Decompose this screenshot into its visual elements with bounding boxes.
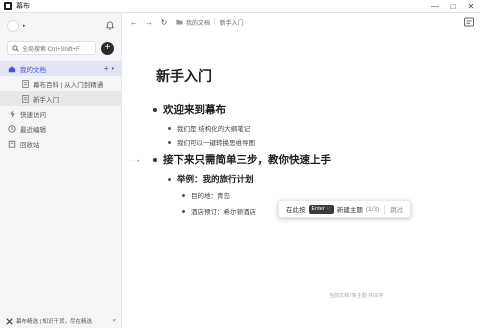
topic-subheading[interactable]: 举例：我的旅行计划: [177, 173, 254, 185]
bullet-icon[interactable]: [153, 157, 157, 162]
collapse-sidebar-icon[interactable]: «: [113, 318, 116, 324]
sidebar-item-label: 幕布百科 | 从入门到精通: [33, 81, 104, 89]
home-icon: [8, 65, 16, 73]
topic-item[interactable]: 欢迎来到幕布: [153, 102, 226, 117]
bullet-icon[interactable]: [182, 193, 185, 197]
window-title: 幕布: [16, 3, 30, 10]
document-icon: [21, 94, 29, 103]
bullet-icon[interactable]: [153, 107, 157, 112]
sidebar: ▸ 全局搜索 Ctrl+Shift+F + 我的文档 + ▾ 幕布百科 | 从入…: [0, 13, 122, 328]
sidebar-item-muban-wiki[interactable]: 幕布百科 | 从入门到精通: [0, 76, 121, 91]
lightning-icon: [8, 109, 16, 118]
caret-down-icon[interactable]: ▸: [23, 23, 26, 29]
breadcrumb-item[interactable]: 新手入门: [220, 18, 244, 27]
featured-icon: [6, 317, 13, 325]
topic-text[interactable]: 我们是 结构化的大纲笔记: [177, 123, 250, 133]
breadcrumb-separator: |: [214, 19, 216, 25]
sidebar-item-label: 回收站: [20, 141, 40, 149]
search-placeholder: 全局搜索 Ctrl+Shift+F: [22, 46, 80, 53]
onboarding-tooltip: 在此按 Enter ↵ 新建主题 (1/3) 跳过: [278, 200, 412, 218]
bullet-icon[interactable]: [182, 209, 185, 213]
sidebar-item-recycle-bin[interactable]: 回收站: [0, 136, 121, 151]
bullet-icon[interactable]: [168, 177, 171, 181]
window-controls: — □ ✕: [426, 0, 480, 12]
topic-text[interactable]: 我们可以一键转换思维导图: [177, 137, 255, 147]
bullet-icon[interactable]: [168, 126, 171, 130]
sidebar-item-recent[interactable]: 最近编辑: [0, 121, 121, 136]
folder-icon: [176, 19, 183, 25]
title-bar: 幕布 — □ ✕: [0, 0, 480, 13]
bell-icon[interactable]: [106, 21, 114, 30]
sidebar-item-label: 最近编辑: [20, 126, 46, 134]
close-button[interactable]: ✕: [462, 0, 480, 13]
topic-item[interactable]: 举例：我的旅行计划: [168, 173, 254, 185]
sidebar-footer[interactable]: 幕布精选 | 知识干货，尽在精选 «: [0, 314, 122, 328]
topic-item[interactable]: 接下来只需简单三步，教你快速上手: [153, 152, 331, 167]
topic-heading[interactable]: 欢迎来到幕布: [163, 102, 226, 117]
document-icon: [21, 79, 29, 88]
maximize-button[interactable]: □: [444, 0, 462, 13]
sidebar-item-label: 我的文档: [20, 66, 46, 74]
forward-arrow-icon[interactable]: →: [143, 16, 155, 28]
sidebar-item-label: 新手入门: [33, 96, 59, 104]
trash-icon: [8, 140, 16, 148]
avatar[interactable]: [7, 19, 19, 32]
sidebar-item-my-docs[interactable]: 我的文档 + ▾: [0, 61, 121, 76]
sidebar-header: ▸: [0, 13, 121, 38]
breadcrumb: 我的文档 | 新手入门: [176, 18, 244, 27]
back-arrow-icon[interactable]: ←: [128, 16, 140, 28]
tooltip-action: 新建主题: [336, 207, 363, 214]
document-stats: 当前文档7条主题 共56字: [329, 293, 384, 299]
drag-handle-icon[interactable]: ·· ▸: [131, 158, 140, 164]
topic-item[interactable]: 酒店预订：希尔顿酒店: [182, 206, 256, 216]
bullet-icon[interactable]: [168, 140, 171, 144]
topic-item[interactable]: 我们是 结构化的大纲笔记: [168, 123, 250, 133]
tooltip-prefix: 在此按: [286, 207, 306, 214]
topic-item[interactable]: 我们可以一键转换思维导图: [168, 137, 255, 147]
search-row: 全局搜索 Ctrl+Shift+F +: [0, 38, 121, 58]
skip-button[interactable]: 跳过: [390, 204, 403, 214]
app-logo-icon: [4, 2, 12, 10]
topic-text[interactable]: 酒店预订：希尔顿酒店: [191, 206, 256, 216]
toolbar: ← → ↻ 我的文档 | 新手入门: [122, 13, 480, 31]
refresh-icon[interactable]: ↻: [158, 16, 170, 28]
sidebar-nav: 我的文档 + ▾ 幕布百科 | 从入门到精通 新手入门 快速访问 最近编辑 回收…: [0, 61, 121, 151]
minimize-button[interactable]: —: [426, 0, 444, 13]
sidebar-item-label: 快速访问: [20, 111, 46, 119]
enter-key-badge: Enter ↵: [308, 204, 334, 214]
topic-text[interactable]: 目的地：青岛: [191, 190, 230, 200]
topic-heading[interactable]: 接下来只需简单三步，教你快速上手: [163, 152, 331, 167]
featured-link[interactable]: 幕布精选 | 知识干货，尽在精选: [16, 317, 92, 325]
add-document-button[interactable]: +: [101, 41, 114, 55]
clock-icon: [8, 124, 16, 133]
tooltip-divider: [384, 204, 386, 214]
sidebar-item-beginner-guide[interactable]: 新手入门: [0, 91, 121, 106]
page-title[interactable]: 新手入门: [156, 66, 212, 86]
breadcrumb-item[interactable]: 我的文档: [186, 18, 210, 27]
menu-icon[interactable]: [464, 17, 474, 27]
main-area: ← → ↻ 我的文档 | 新手入门: [122, 13, 480, 328]
search-icon: [12, 44, 19, 52]
search-input[interactable]: 全局搜索 Ctrl+Shift+F: [7, 41, 96, 55]
sidebar-item-quick-access[interactable]: 快速访问: [0, 106, 121, 121]
add-folder-icon[interactable]: +: [104, 64, 109, 73]
caret-down-icon[interactable]: ▾: [111, 66, 114, 72]
topic-item[interactable]: 目的地：青岛: [182, 190, 230, 200]
tooltip-step-counter: (1/3): [365, 205, 380, 213]
